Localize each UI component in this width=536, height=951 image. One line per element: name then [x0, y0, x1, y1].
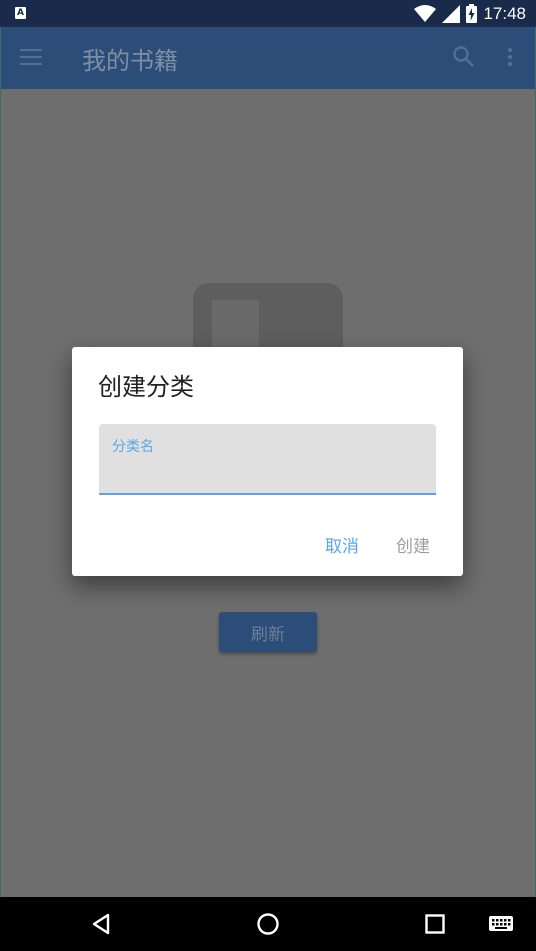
home-icon[interactable]	[254, 910, 282, 938]
cancel-button[interactable]: 取消	[325, 532, 359, 557]
app-notification-icon: A	[15, 7, 26, 19]
keyboard-icon[interactable]	[488, 911, 514, 937]
navigation-bar	[0, 897, 536, 951]
recents-icon[interactable]	[421, 910, 449, 938]
battery-charging-icon	[466, 4, 478, 23]
left-edge-divider	[0, 27, 1, 897]
category-name-label: 分类名	[112, 439, 154, 455]
signal-icon	[442, 4, 461, 23]
create-category-dialog: 创建分类 分类名 取消 创建	[72, 347, 463, 576]
create-button[interactable]: 创建	[396, 532, 430, 557]
dialog-title: 创建分类	[98, 373, 194, 401]
app-toolbar: 我的书籍	[0, 27, 536, 89]
refresh-button[interactable]: 刷新	[219, 612, 317, 652]
status-time: 17:48	[483, 3, 526, 23]
category-name-field[interactable]: 分类名	[99, 424, 436, 495]
search-icon[interactable]	[452, 45, 476, 69]
wifi-icon	[414, 4, 437, 22]
back-icon[interactable]	[88, 910, 116, 938]
more-vert-icon[interactable]	[500, 45, 520, 69]
category-name-input[interactable]	[112, 460, 422, 486]
page-title: 我的书籍	[82, 47, 178, 75]
status-bar: A 17:48	[0, 0, 536, 27]
menu-icon[interactable]	[20, 47, 44, 67]
